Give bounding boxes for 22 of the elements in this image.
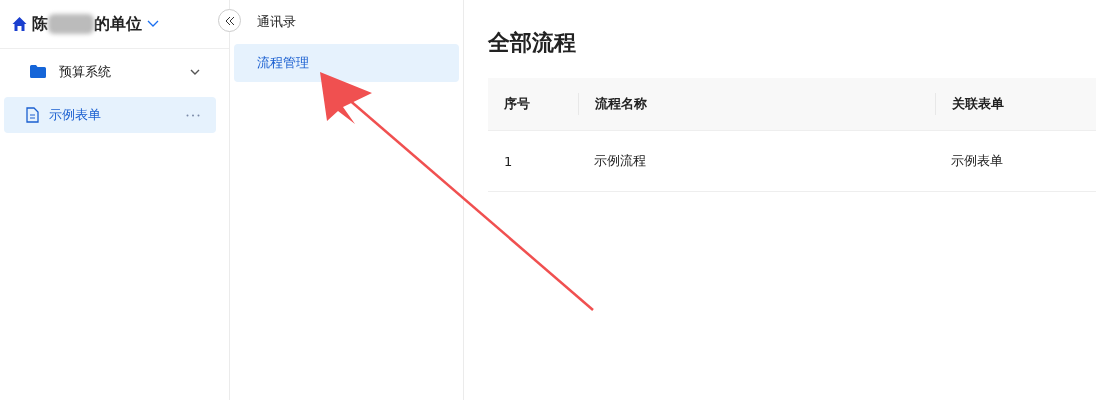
table-cell-text: 1 [503, 153, 514, 169]
sidebar-item[interactable]: 预算系统 [4, 50, 216, 93]
table-cell-text: 示例流程 [593, 152, 647, 170]
redaction-mark [48, 14, 94, 34]
page-title: 全部流程 [488, 29, 577, 57]
double-chevron-left-icon [224, 15, 235, 26]
column-header: 关联表单 [935, 93, 1004, 115]
sidebar-item[interactable]: 示例表单 [4, 97, 216, 133]
chevron-icon[interactable] [190, 68, 200, 75]
column-header: 序号 [503, 95, 531, 113]
folder-icon [30, 65, 46, 78]
workspace-name[interactable]: 陈 [32, 13, 48, 35]
workspace-name[interactable]: 的单位 [94, 13, 142, 35]
document-icon [26, 107, 39, 123]
column-header: 流程名称 [578, 93, 935, 115]
collapse-button[interactable] [218, 9, 241, 32]
nav-item[interactable]: 通讯录 [244, 12, 459, 34]
chevron-down-icon[interactable] [147, 20, 159, 28]
nav-item[interactable]: 流程管理 [234, 44, 459, 82]
more-icon[interactable] [186, 113, 200, 117]
table-cell-text: 示例表单 [950, 152, 1003, 170]
home-icon [11, 16, 28, 32]
